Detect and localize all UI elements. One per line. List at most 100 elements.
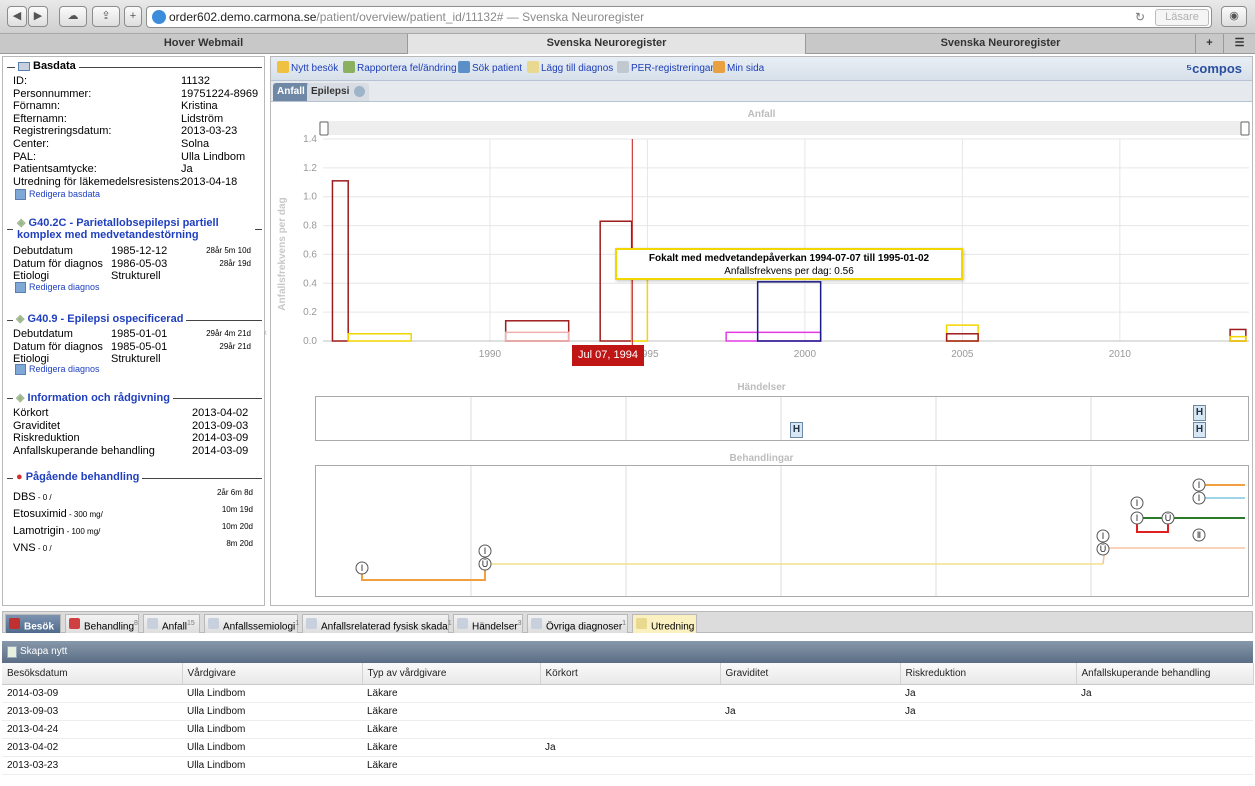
detail-tab-2[interactable]: Behandling8	[65, 614, 139, 633]
table-cell: 2013-09-03	[2, 702, 182, 721]
tab-icon	[457, 618, 468, 629]
treatment-row[interactable]: Etosuximid - 300 mg/10m 19d	[13, 505, 253, 520]
card-icon	[18, 61, 30, 71]
table-cell: Läkare	[362, 756, 540, 775]
treatment-row[interactable]: VNS - 0 / 8m 20d	[13, 539, 253, 554]
edit-basdata-link[interactable]: Redigera basdata	[15, 189, 100, 201]
report-error-link[interactable]: Rapportera fel/ändring	[343, 61, 457, 76]
table-cell	[900, 720, 1076, 739]
column-header[interactable]: Anfallskuperande behandling	[1076, 663, 1254, 685]
tab-list-icon[interactable]: ☰	[1224, 34, 1255, 54]
table-row[interactable]: 2013-03-23 Ulla Lindbom Läkare	[2, 756, 1253, 775]
tab-epilepsi[interactable]: Epilepsi	[307, 83, 370, 101]
anfall-chart[interactable]: 0.00.20.40.60.81.01.21.41990 1995 2000 2005…	[271, 119, 1252, 369]
treatment-dose: - 300 mg/	[66, 510, 103, 519]
search-patient-icon	[458, 61, 470, 73]
table-cell	[900, 738, 1076, 757]
detail-tab-7[interactable]: Övriga diagnoser1	[527, 614, 628, 633]
treatment-name: Lamotrigin	[13, 525, 65, 537]
collapse-handle-icon[interactable]: ‹	[264, 327, 267, 337]
diagnos-age: 28år 19d	[219, 258, 251, 268]
reader-button[interactable]: Läsare	[1155, 9, 1209, 26]
detail-tab-5[interactable]: Anfallsrelaterad fysisk skada1	[302, 614, 452, 633]
column-header[interactable]: Besöksdatum	[2, 663, 183, 685]
column-header[interactable]: Vårdgivare	[182, 663, 363, 685]
y-tick-label: 0.2	[303, 307, 317, 318]
my-page-link[interactable]: Min sida	[713, 61, 764, 76]
treatment-name: VNS	[13, 542, 36, 554]
table-cell: Ja	[720, 702, 900, 721]
crosshair-date-label: Jul 07, 1994	[572, 345, 644, 366]
table-row[interactable]: 2013-04-02 Ulla Lindbom Läkare Ja	[2, 738, 1253, 757]
back-icon[interactable]: ◀	[7, 6, 27, 27]
column-header[interactable]: Graviditet	[720, 663, 901, 685]
range-handle-left[interactable]	[319, 121, 329, 136]
table-cell: Ulla Lindbom	[182, 720, 362, 739]
treatment-duration: 8m 20d	[226, 539, 253, 548]
table-row[interactable]: 2013-04-24 Ulla Lindbom Läkare	[2, 720, 1253, 739]
new-tab-icon[interactable]: +	[124, 6, 142, 27]
basdata-title: Basdata	[33, 60, 76, 72]
detail-tab-3[interactable]: Anfall15	[143, 614, 200, 633]
detail-tab-6[interactable]: Händelser3	[453, 614, 523, 633]
tab-icon	[208, 618, 219, 629]
range-handle-right[interactable]	[1240, 121, 1250, 136]
visits-table-wrapper: Besöksdatum Vårdgivare Typ av vårdgivare Kö…	[2, 663, 1254, 775]
table-cell: 2014-03-09	[2, 684, 182, 703]
y-tick-label: 0.4	[303, 278, 317, 289]
detail-tab-1[interactable]: Besök	[5, 614, 61, 633]
info-icon	[354, 86, 366, 97]
basdata-value: 11132	[181, 75, 210, 87]
info-value: 2013-09-03	[192, 419, 249, 432]
info-row: Riskreduktion 2014-03-09	[13, 432, 253, 444]
new-tab-button[interactable]: +	[1196, 34, 1224, 54]
detail-tab-label: Behandling	[84, 621, 135, 633]
diagnos-value: 1985-01-01	[111, 328, 168, 340]
table-body: 2014-03-09 Ulla Lindbom Läkare Ja Ja 2013-09-…	[2, 684, 1253, 775]
treatments-chart[interactable]: I I Ü I Ü I I Ü I I Ⅱ	[315, 465, 1250, 598]
column-header[interactable]: Körkort	[540, 663, 721, 685]
downloads-icon[interactable]: ◉	[1221, 6, 1247, 27]
info-label: Riskreduktion	[13, 432, 80, 444]
diagnos1-title: ◈ G40.2C - Parietallobsepilepsi partiell…	[13, 217, 255, 241]
table-row[interactable]: 2014-03-09 Ulla Lindbom Läkare Ja Ja	[2, 684, 1253, 703]
edit-diagnos1-link[interactable]: Redigera diagnos	[15, 282, 100, 294]
per-registrations-link[interactable]: PER-registreringar	[617, 61, 714, 76]
event-marker-h[interactable]: H	[1193, 422, 1206, 438]
events-chart[interactable]	[315, 396, 1250, 442]
new-visit-link[interactable]: Nytt besök	[277, 61, 338, 76]
treatment-row[interactable]: Lamotrigin - 100 mg/10m 20d	[13, 522, 253, 537]
edit-icon	[15, 364, 26, 376]
treatment-row[interactable]: DBS - 0 / 2år 6m 8d	[13, 488, 253, 503]
event-marker-h[interactable]: H	[790, 422, 803, 438]
browser-tab-neuroregister-active[interactable]: Svenska Neuroregister	[408, 34, 806, 54]
detail-tab-4[interactable]: Anfallssemiologi1	[204, 614, 299, 633]
add-diagnosis-link[interactable]: Lägg till diagnos	[527, 61, 613, 76]
basdata-row: Efternamn: Lidström	[13, 113, 263, 125]
treatment-start-marker: I	[484, 546, 487, 556]
search-patient-link[interactable]: Sök patient	[458, 61, 522, 76]
treatment-duration: 10m 19d	[221, 505, 253, 514]
tab-anfall[interactable]: Anfall	[273, 83, 309, 101]
detail-tab-8[interactable]: Utredning	[632, 614, 697, 633]
share-icon[interactable]: ⇪	[92, 6, 120, 27]
edit-diagnos2-label: Redigera diagnos	[29, 364, 100, 374]
reload-icon[interactable]: ↻	[1135, 7, 1145, 27]
cloud-icon[interactable]: ☁	[59, 6, 87, 27]
chart-navigator-bar[interactable]	[319, 121, 1249, 135]
info-value: 2014-03-09	[192, 444, 249, 457]
compos-logo-text: compos	[1192, 61, 1242, 76]
create-new-bar[interactable]: Skapa nytt	[2, 641, 1253, 663]
forward-icon[interactable]: ▶	[28, 6, 48, 27]
basdata-label: Efternamn:	[13, 112, 67, 125]
table-row[interactable]: 2013-09-03 Ulla Lindbom Läkare Ja Ja	[2, 702, 1253, 721]
browser-tab-webmail[interactable]: Hover Webmail	[0, 34, 408, 54]
detail-tabs: Besök Behandling8 Anfall15 Anfallssemiologi…	[2, 611, 1253, 633]
detail-tab-label: Besök	[24, 621, 55, 633]
url-bar[interactable]: order602.demo.carmona.se/patient/overvie…	[146, 6, 1212, 28]
column-header[interactable]: Riskreduktion	[900, 663, 1077, 685]
edit-diagnos2-link[interactable]: Redigera diagnos	[15, 364, 100, 376]
column-header[interactable]: Typ av vårdgivare	[362, 663, 541, 685]
event-marker-h[interactable]: H	[1193, 405, 1206, 421]
browser-tab-neuroregister[interactable]: Svenska Neuroregister	[806, 34, 1196, 54]
